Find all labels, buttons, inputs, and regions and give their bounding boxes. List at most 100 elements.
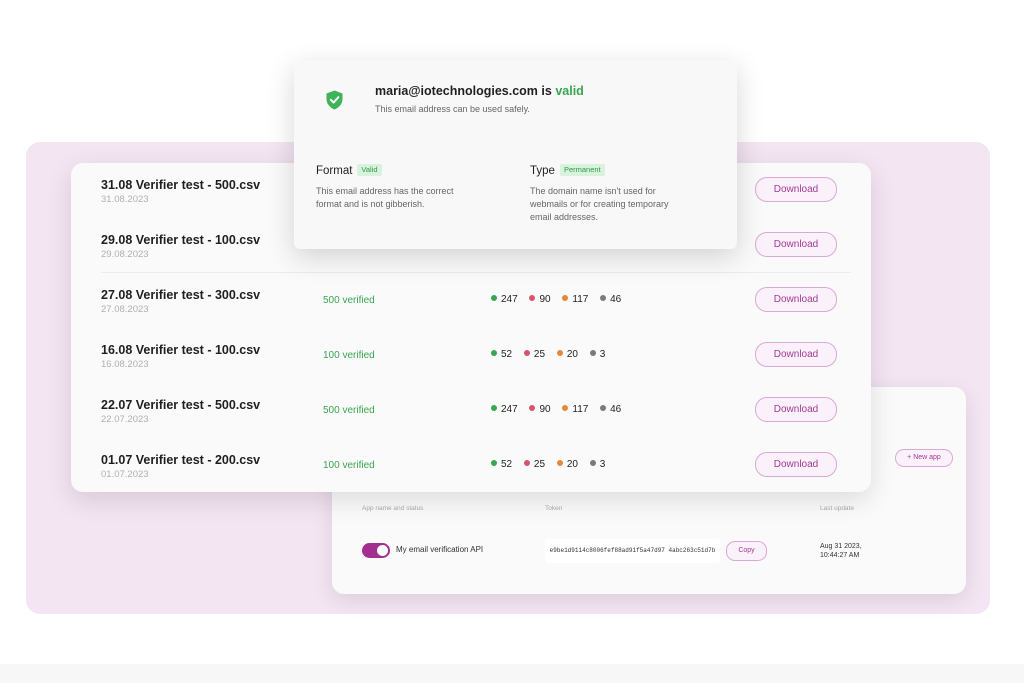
type-badge: Permanent [559, 164, 605, 176]
stat-unknown: 3 [589, 349, 606, 360]
column-header-updated: Last update [820, 505, 854, 512]
result-stats: 247 90 117 46 [491, 294, 630, 305]
file-row: 22.07 Verifier test - 500.csv 22.07.2023… [71, 383, 871, 438]
format-badge: Valid [357, 164, 382, 176]
stat-value: 3 [599, 459, 606, 470]
new-app-button[interactable]: + New app [895, 449, 953, 467]
download-button[interactable]: Download [755, 287, 837, 312]
dot-icon [529, 295, 536, 301]
dot-icon [491, 460, 497, 466]
file-date: 27.08.2023 [101, 304, 149, 315]
stat-risky: 117 [562, 404, 588, 415]
dot-icon [523, 460, 530, 466]
file-name: 27.08 Verifier test - 300.csv [101, 288, 261, 302]
bottom-strip [0, 664, 1024, 683]
stat-value: 90 [539, 404, 551, 415]
dot-icon [589, 350, 596, 356]
type-label: Type [530, 165, 555, 177]
stat-value: 52 [501, 349, 513, 360]
stat-value: 247 [501, 404, 518, 415]
stat-value: 25 [533, 349, 546, 360]
stat-valid: 247 [491, 294, 518, 305]
stat-invalid: 90 [529, 294, 551, 305]
stat-value: 117 [572, 294, 589, 305]
stat-risky: 20 [556, 349, 578, 360]
last-update-time: 10:44:27 AM [820, 552, 860, 559]
download-button[interactable]: Download [755, 232, 837, 257]
stat-unknown: 46 [600, 404, 621, 415]
result-stats: 247 90 117 46 [491, 404, 630, 415]
is-text: is [541, 84, 552, 98]
file-name: 31.08 Verifier test - 500.csv [101, 178, 261, 192]
app-status-toggle[interactable] [362, 543, 390, 558]
file-date: 31.08.2023 [101, 194, 149, 205]
stat-unknown: 46 [600, 294, 621, 305]
file-row: 16.08 Verifier test - 100.csv 16.08.2023… [71, 328, 871, 383]
popup-subtitle: This email address can be used safely. [375, 104, 530, 114]
dot-icon [589, 460, 596, 466]
verified-count: 100 verified [323, 460, 375, 471]
stat-value: 46 [610, 404, 622, 415]
stat-value: 117 [572, 404, 589, 415]
type-description-line: The domain name isn't used for [530, 186, 656, 196]
dot-icon [562, 295, 569, 301]
dot-icon [600, 295, 607, 301]
stat-risky: 117 [562, 294, 588, 305]
last-update-date: Aug 31 2023, [820, 543, 862, 550]
token-field[interactable]: e9be1d9114c8006fef88ad91f5a47d97 4abc263… [545, 539, 720, 563]
dot-icon [529, 405, 536, 411]
file-name: 16.08 Verifier test - 100.csv [101, 343, 261, 357]
dot-icon [491, 405, 497, 411]
stat-invalid: 90 [529, 404, 551, 415]
file-date: 29.08.2023 [101, 249, 149, 260]
stat-value: 247 [501, 294, 518, 305]
result-stats: 52 25 20 3 [491, 349, 614, 360]
stat-value: 25 [533, 459, 546, 470]
stat-value: 20 [566, 349, 578, 360]
file-row: 01.07 Verifier test - 200.csv 01.07.2023… [71, 438, 871, 492]
type-description-line: email addresses. [530, 212, 599, 222]
file-name: 29.08 Verifier test - 100.csv [101, 233, 261, 247]
format-label: Format [316, 165, 353, 177]
shield-check-icon [326, 90, 343, 110]
dot-icon [556, 460, 563, 466]
download-button[interactable]: Download [755, 397, 837, 422]
dot-icon [562, 405, 569, 411]
stat-valid: 52 [491, 349, 512, 360]
format-description: This email address has the correct forma… [316, 185, 454, 211]
download-button[interactable]: Download [755, 342, 837, 367]
stat-value: 46 [610, 294, 622, 305]
format-description-line: format and is not gibberish. [316, 199, 425, 209]
stat-risky: 20 [556, 459, 578, 470]
verified-count: 100 verified [323, 350, 375, 361]
popup-title: maria@iotechnologies.com is valid [375, 84, 584, 98]
file-row: 27.08 Verifier test - 300.csv 27.08.2023… [71, 273, 871, 328]
dot-icon [491, 295, 497, 301]
stat-valid: 247 [491, 404, 518, 415]
type-description: The domain name isn't used for webmails … [530, 185, 669, 224]
last-update: Aug 31 2023, 10:44:27 AM [820, 542, 862, 560]
validity-status: valid [555, 84, 584, 98]
dot-icon [556, 350, 563, 356]
stat-value: 3 [599, 349, 606, 360]
stat-value: 52 [501, 459, 513, 470]
toggle-knob [377, 545, 388, 556]
type-section-label: Type Permanent [530, 164, 605, 177]
file-date: 01.07.2023 [101, 469, 149, 480]
download-button[interactable]: Download [755, 452, 837, 477]
copy-button[interactable]: Copy [726, 541, 767, 561]
file-date: 16.08.2023 [101, 359, 149, 370]
format-section-label: Format Valid [316, 164, 382, 177]
result-stats: 52 25 20 3 [491, 459, 614, 470]
verified-count: 500 verified [323, 295, 375, 306]
verified-count: 500 verified [323, 405, 375, 416]
stat-value: 90 [539, 294, 551, 305]
file-name: 22.07 Verifier test - 500.csv [101, 398, 261, 412]
file-name: 01.07 Verifier test - 200.csv [101, 453, 261, 467]
app-name: My email verification API [396, 545, 484, 554]
stat-invalid: 25 [523, 459, 546, 470]
dot-icon [523, 350, 530, 356]
stat-valid: 52 [491, 459, 512, 470]
download-button[interactable]: Download [755, 177, 837, 202]
stat-unknown: 3 [589, 459, 606, 470]
